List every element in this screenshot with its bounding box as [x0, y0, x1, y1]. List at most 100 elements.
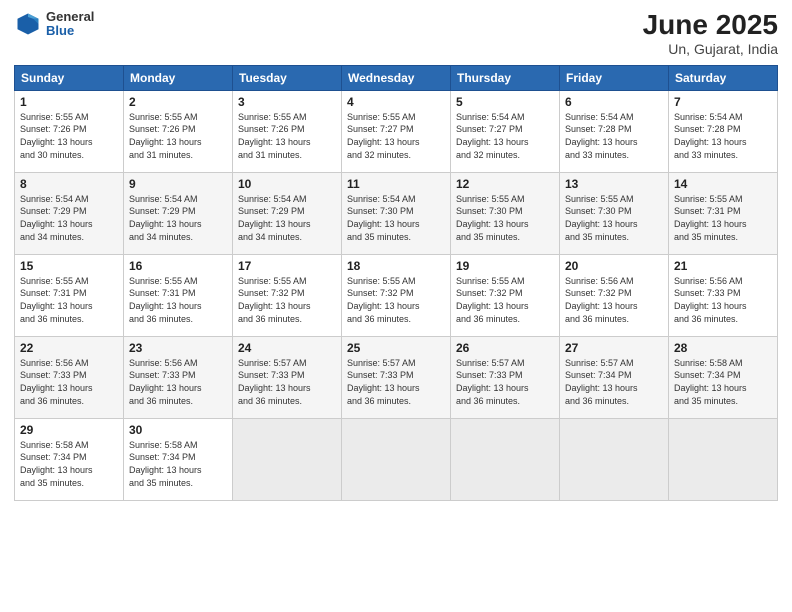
table-row: 26Sunrise: 5:57 AM Sunset: 7:33 PM Dayli… [451, 336, 560, 418]
day-info: Sunrise: 5:54 AM Sunset: 7:27 PM Dayligh… [456, 111, 554, 161]
day-info: Sunrise: 5:56 AM Sunset: 7:32 PM Dayligh… [565, 275, 663, 325]
day-info: Sunrise: 5:55 AM Sunset: 7:31 PM Dayligh… [20, 275, 118, 325]
table-row: 6 Sunrise: 5:54 AM Sunset: 7:28 PM Daylig… [560, 90, 669, 172]
table-row: 15 Sunrise: 5:55 AM Sunset: 7:31 PM Dayli… [15, 254, 124, 336]
logo-text: General Blue [46, 10, 94, 39]
day-number: 1 [20, 95, 118, 109]
day-info: Sunrise: 5:55 AM Sunset: 7:30 PM Dayligh… [456, 193, 554, 243]
day-number: 7 [674, 95, 772, 109]
table-row: 12 Sunrise: 5:55 AM Sunset: 7:30 PM Dayli… [451, 172, 560, 254]
day-number: 17 [238, 259, 336, 273]
day-number: 21 [674, 259, 772, 273]
table-row: 9 Sunrise: 5:54 AM Sunset: 7:29 PM Daylig… [124, 172, 233, 254]
table-row: 4 Sunrise: 5:55 AM Sunset: 7:27 PM Daylig… [342, 90, 451, 172]
day-info: Sunrise: 5:57 AM Sunset: 7:33 PM Dayligh… [238, 357, 336, 407]
header-sunday: Sunday [15, 65, 124, 90]
table-row: 8 Sunrise: 5:54 AM Sunset: 7:29 PM Daylig… [15, 172, 124, 254]
header-saturday: Saturday [669, 65, 778, 90]
table-row: 13 Sunrise: 5:55 AM Sunset: 7:30 PM Dayli… [560, 172, 669, 254]
table-row: 22Sunrise: 5:56 AM Sunset: 7:33 PM Dayli… [15, 336, 124, 418]
day-number: 2 [129, 95, 227, 109]
day-number: 10 [238, 177, 336, 191]
day-info: Sunrise: 5:55 AM Sunset: 7:26 PM Dayligh… [20, 111, 118, 161]
table-row [342, 418, 451, 500]
day-info: Sunrise: 5:55 AM Sunset: 7:26 PM Dayligh… [129, 111, 227, 161]
day-info: Sunrise: 5:54 AM Sunset: 7:29 PM Dayligh… [129, 193, 227, 243]
day-info: Sunrise: 5:54 AM Sunset: 7:29 PM Dayligh… [20, 193, 118, 243]
day-info: Sunrise: 5:55 AM Sunset: 7:26 PM Dayligh… [238, 111, 336, 161]
day-info: Sunrise: 5:55 AM Sunset: 7:32 PM Dayligh… [456, 275, 554, 325]
table-row: 3 Sunrise: 5:55 AM Sunset: 7:26 PM Daylig… [233, 90, 342, 172]
table-row: 24 Sunrise: 5:57 AM Sunset: 7:33 PM Dayli… [233, 336, 342, 418]
day-number: 9 [129, 177, 227, 191]
calendar-title: June 2025 [643, 10, 778, 41]
header-friday: Friday [560, 65, 669, 90]
table-row: 20 Sunrise: 5:56 AM Sunset: 7:32 PM Dayli… [560, 254, 669, 336]
day-info: Sunrise: 5:56 AM Sunset: 7:33 PM Dayligh… [20, 357, 118, 407]
day-number: 30 [129, 423, 227, 437]
day-info: Sunrise: 5:55 AM Sunset: 7:32 PM Dayligh… [347, 275, 445, 325]
table-row: 7 Sunrise: 5:54 AM Sunset: 7:28 PM Daylig… [669, 90, 778, 172]
day-info: Sunrise: 5:55 AM Sunset: 7:32 PM Dayligh… [238, 275, 336, 325]
day-info: Sunrise: 5:55 AM Sunset: 7:27 PM Dayligh… [347, 111, 445, 161]
day-number: 26 [456, 341, 554, 355]
table-row [560, 418, 669, 500]
day-info: Sunrise: 5:55 AM Sunset: 7:31 PM Dayligh… [129, 275, 227, 325]
table-row: 27Sunrise: 5:57 AM Sunset: 7:34 PM Dayli… [560, 336, 669, 418]
table-row: 16Sunrise: 5:55 AM Sunset: 7:31 PM Dayli… [124, 254, 233, 336]
day-number: 19 [456, 259, 554, 273]
day-info: Sunrise: 5:58 AM Sunset: 7:34 PM Dayligh… [20, 439, 118, 489]
header-tuesday: Tuesday [233, 65, 342, 90]
day-number: 28 [674, 341, 772, 355]
table-row: 5 Sunrise: 5:54 AM Sunset: 7:27 PM Daylig… [451, 90, 560, 172]
header-thursday: Thursday [451, 65, 560, 90]
day-info: Sunrise: 5:56 AM Sunset: 7:33 PM Dayligh… [129, 357, 227, 407]
day-info: Sunrise: 5:56 AM Sunset: 7:33 PM Dayligh… [674, 275, 772, 325]
day-number: 14 [674, 177, 772, 191]
day-info: Sunrise: 5:54 AM Sunset: 7:28 PM Dayligh… [674, 111, 772, 161]
day-info: Sunrise: 5:55 AM Sunset: 7:30 PM Dayligh… [565, 193, 663, 243]
day-info: Sunrise: 5:54 AM Sunset: 7:29 PM Dayligh… [238, 193, 336, 243]
day-number: 12 [456, 177, 554, 191]
logo: General Blue [14, 10, 94, 39]
title-block: June 2025 Un, Gujarat, India [643, 10, 778, 57]
header: General Blue June 2025 Un, Gujarat, Indi… [14, 10, 778, 57]
table-row: 10 Sunrise: 5:54 AM Sunset: 7:29 PM Dayli… [233, 172, 342, 254]
day-number: 20 [565, 259, 663, 273]
day-number: 23 [129, 341, 227, 355]
day-number: 24 [238, 341, 336, 355]
day-number: 8 [20, 177, 118, 191]
table-row: 28Sunrise: 5:58 AM Sunset: 7:34 PM Dayli… [669, 336, 778, 418]
weekday-header-row: Sunday Monday Tuesday Wednesday Thursday… [15, 65, 778, 90]
day-number: 27 [565, 341, 663, 355]
table-row: 23 Sunrise: 5:56 AM Sunset: 7:33 PM Dayli… [124, 336, 233, 418]
day-number: 6 [565, 95, 663, 109]
logo-general: General [46, 10, 94, 24]
day-info: Sunrise: 5:54 AM Sunset: 7:28 PM Dayligh… [565, 111, 663, 161]
day-info: Sunrise: 5:54 AM Sunset: 7:30 PM Dayligh… [347, 193, 445, 243]
day-number: 5 [456, 95, 554, 109]
table-row: 11 Sunrise: 5:54 AM Sunset: 7:30 PM Dayli… [342, 172, 451, 254]
table-row: 30 Sunrise: 5:58 AM Sunset: 7:34 PM Dayli… [124, 418, 233, 500]
day-number: 29 [20, 423, 118, 437]
day-number: 25 [347, 341, 445, 355]
day-number: 4 [347, 95, 445, 109]
table-row [233, 418, 342, 500]
page: General Blue June 2025 Un, Gujarat, Indi… [0, 0, 792, 612]
table-row: 2 Sunrise: 5:55 AM Sunset: 7:26 PM Daylig… [124, 90, 233, 172]
day-number: 13 [565, 177, 663, 191]
logo-icon [14, 10, 42, 38]
header-monday: Monday [124, 65, 233, 90]
day-info: Sunrise: 5:55 AM Sunset: 7:31 PM Dayligh… [674, 193, 772, 243]
table-row: 18Sunrise: 5:55 AM Sunset: 7:32 PM Dayli… [342, 254, 451, 336]
table-row [451, 418, 560, 500]
day-number: 3 [238, 95, 336, 109]
day-info: Sunrise: 5:58 AM Sunset: 7:34 PM Dayligh… [129, 439, 227, 489]
table-row: 14 Sunrise: 5:55 AM Sunset: 7:31 PM Dayli… [669, 172, 778, 254]
calendar-table: Sunday Monday Tuesday Wednesday Thursday… [14, 65, 778, 501]
table-row: 1 Sunrise: 5:55 AM Sunset: 7:26 PM Daylig… [15, 90, 124, 172]
day-info: Sunrise: 5:57 AM Sunset: 7:33 PM Dayligh… [347, 357, 445, 407]
day-number: 15 [20, 259, 118, 273]
day-number: 11 [347, 177, 445, 191]
table-row: 25 Sunrise: 5:57 AM Sunset: 7:33 PM Dayli… [342, 336, 451, 418]
